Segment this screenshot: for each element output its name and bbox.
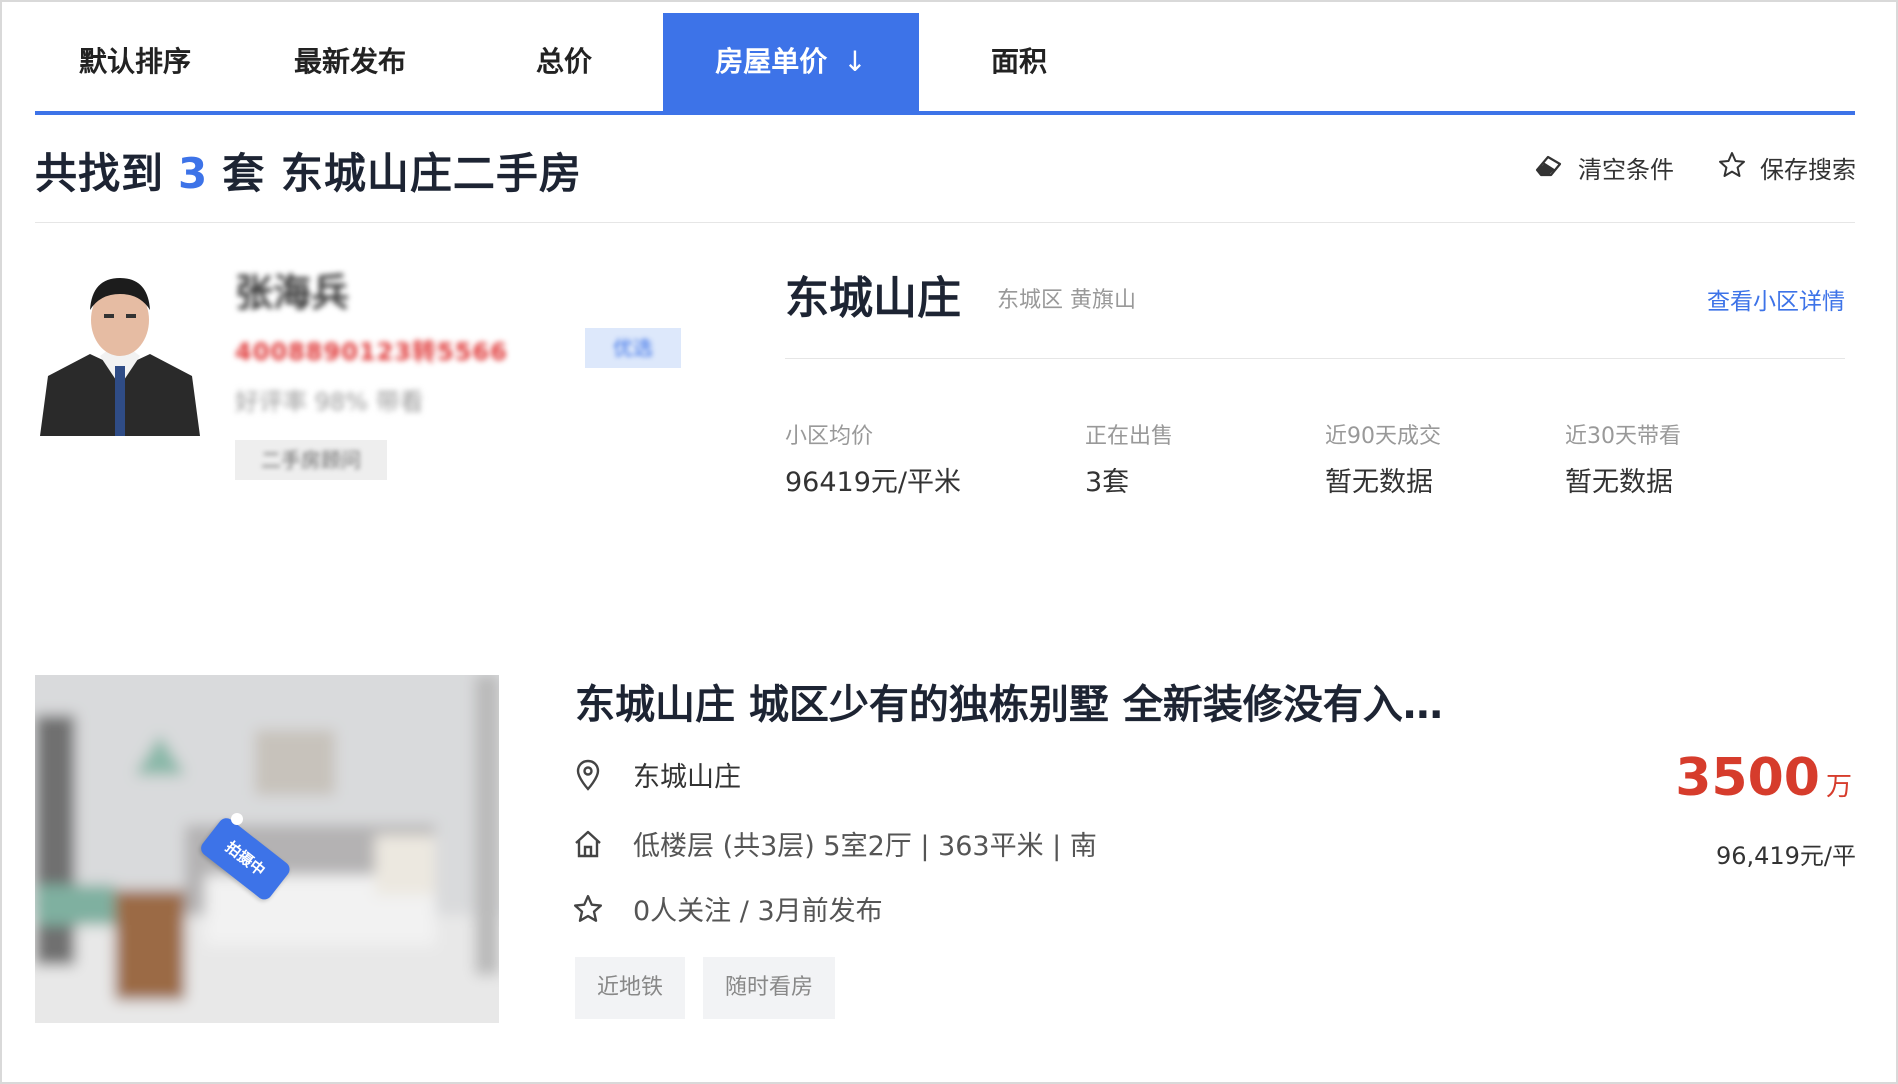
listing-follow: 0人关注 / 3月前发布 <box>633 896 883 927</box>
community-name: 东城山庄 <box>785 273 961 324</box>
listing-title[interactable]: 东城山庄 城区少有的独栋别墅 全新装修没有入… <box>575 672 1443 730</box>
tab-default-sort[interactable]: 默认排序 <box>35 13 235 111</box>
listing-tag-anytime-viewing: 随时看房 <box>703 957 836 1019</box>
listing-follow-row: 0人关注 / 3月前发布 <box>573 889 883 928</box>
tab-newest[interactable]: 最新发布 <box>235 13 465 111</box>
listing-details: 低楼层 (共3层) 5室2厅 | 363平米 | 南 <box>633 831 1097 862</box>
listing-community-link[interactable]: 东城山庄 <box>633 755 741 794</box>
tab-unit-price[interactable]: 房屋单价 ↓ <box>663 13 919 111</box>
star-icon <box>1718 151 1746 185</box>
tab-total-price[interactable]: 总价 <box>465 13 663 111</box>
location-pin-icon <box>573 759 603 791</box>
save-search-button[interactable]: 保存搜索 <box>1718 150 1856 185</box>
stat-avg-price: 小区均价 96419元/平米 <box>785 424 961 498</box>
sort-tabs: 默认排序 最新发布 总价 房屋单价 ↓ 面积 <box>35 13 1855 115</box>
eraser-icon <box>1534 152 1564 184</box>
agent-avatar[interactable] <box>40 258 200 436</box>
agent-tag: 优选 <box>585 328 681 368</box>
clear-filters-button[interactable]: 清空条件 <box>1534 150 1674 185</box>
result-heading: 共找到 3 套 东城山庄二手房 <box>35 149 582 198</box>
sort-desc-arrow-icon: ↓ <box>843 45 867 78</box>
star-outline-icon <box>573 893 603 925</box>
listing-tag-subway: 近地铁 <box>575 957 686 1019</box>
tag-hole-icon <box>231 813 243 825</box>
stat-30day-visits: 近30天带看 暂无数据 <box>1565 424 1681 498</box>
listing-photo[interactable]: 拍摄中 <box>35 675 499 1023</box>
listing-unit-price: 96,419元/平 <box>1715 842 1856 870</box>
header-divider <box>35 222 1855 223</box>
community-divider <box>785 358 1845 359</box>
stat-on-sale: 正在出售 3套 <box>1085 424 1174 498</box>
listing-community-row: 东城山庄 <box>573 755 741 794</box>
agent-subtitle: 好评率 98% 带看 <box>235 388 424 416</box>
listing-total-price: 3500 万 <box>1675 748 1852 808</box>
listing-details-row: 低楼层 (共3层) 5室2厅 | 363平米 | 南 <box>573 824 1097 863</box>
community-detail-link[interactable]: 查看小区详情 <box>1707 282 1845 316</box>
stat-90day-deals: 近90天成交 暂无数据 <box>1325 424 1441 498</box>
result-count: 3 <box>178 149 209 198</box>
search-actions: 清空条件 保存搜索 <box>1534 150 1856 185</box>
tab-area[interactable]: 面积 <box>919 13 1119 111</box>
house-icon <box>573 828 603 860</box>
agent-badge: 二手房顾问 <box>235 440 387 480</box>
community-location: 东城区 黄旗山 <box>997 288 1136 313</box>
agent-name[interactable]: 张海兵 <box>235 262 349 317</box>
agent-phone: 4008890123转5566 <box>235 338 508 366</box>
